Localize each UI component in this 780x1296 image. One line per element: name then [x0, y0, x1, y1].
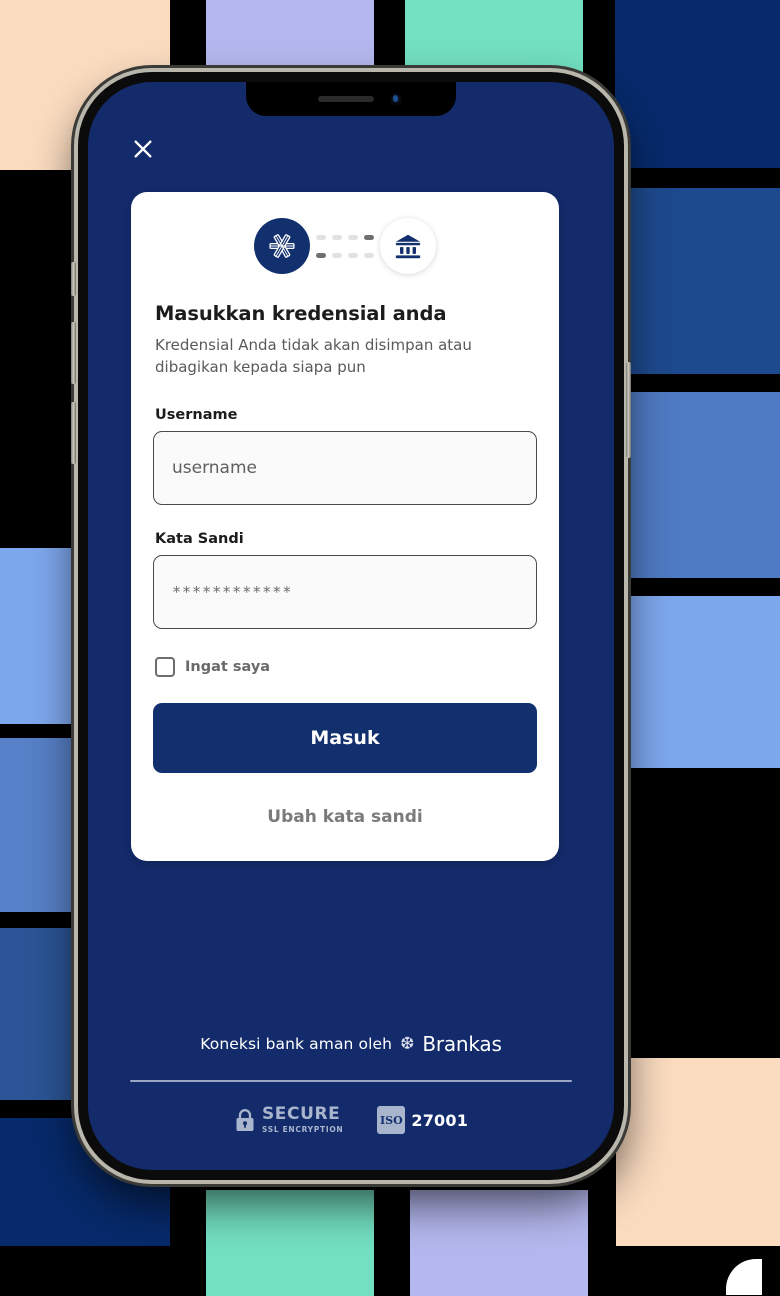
bank-circle	[380, 218, 436, 274]
bg-tile-peach-bottom-right	[616, 1058, 780, 1246]
bg-tile-blue-left-1	[0, 548, 72, 724]
close-button[interactable]	[128, 134, 158, 164]
phone-notch	[246, 82, 456, 116]
submit-button[interactable]: Masuk	[153, 702, 537, 773]
padlock-icon	[236, 1109, 254, 1131]
iso-badge: ISO 27001	[377, 1106, 468, 1134]
connection-dots-bottom	[316, 252, 374, 258]
brankas-snowflake-icon: ❆	[400, 1033, 415, 1054]
connection-dots-top	[316, 234, 374, 240]
credentials-card: Masukkan kredensial anda Kredensial Anda…	[131, 192, 559, 861]
bg-tile-navy-top-right	[615, 0, 780, 168]
secured-by-row: Koneksi bank aman oleh ❆ Brankas	[88, 1032, 614, 1056]
page-subtitle: Kredensial Anda tidak akan disimpan atau…	[155, 336, 472, 376]
remember-me-label: Ingat saya	[185, 658, 271, 675]
bg-tile-blue-right-1	[615, 188, 780, 374]
screen-footer: Koneksi bank aman oleh ❆ Brankas SECURE …	[88, 1032, 614, 1134]
dash	[332, 234, 342, 240]
dash	[348, 252, 358, 258]
connection-dots	[310, 234, 380, 258]
secure-main-text: SECURE	[261, 1104, 341, 1125]
close-icon	[134, 140, 152, 158]
silent-switch	[71, 262, 76, 296]
bg-tile-mint-bottom	[206, 1190, 374, 1296]
secured-by-text: Koneksi bank aman oleh	[200, 1035, 393, 1053]
dash	[348, 234, 358, 240]
connection-logo-row	[153, 218, 537, 274]
front-camera-icon	[390, 93, 402, 105]
footer-divider	[130, 1080, 572, 1082]
secure-text-block: SECURE SSL ENCRYPTION	[262, 1106, 343, 1134]
password-field-group: Kata Sandi ************	[153, 531, 537, 629]
username-field-group: Username username	[153, 407, 537, 505]
volume-up-button	[71, 322, 76, 384]
power-button	[626, 362, 631, 458]
dash	[364, 234, 374, 240]
volume-down-button	[71, 402, 76, 464]
iso-number-text: 27001	[411, 1110, 469, 1130]
iso-mark-text: ISO	[380, 1113, 403, 1127]
bg-tile-blue-left-2	[0, 738, 72, 912]
bg-tile-periwinkle-bottom	[410, 1190, 588, 1296]
dash	[332, 252, 342, 258]
bg-tile-blue-right-2	[615, 392, 780, 578]
ssl-secure-badge: SECURE SSL ENCRYPTION	[234, 1106, 343, 1134]
password-label: Kata Sandi	[155, 530, 244, 547]
dash	[364, 252, 374, 258]
trust-badges: SECURE SSL ENCRYPTION ISO 27001	[88, 1106, 614, 1134]
phone-screen: Masukkan kredensial anda Kredensial Anda…	[88, 82, 614, 1170]
remember-me-checkbox[interactable]	[155, 656, 175, 677]
bg-tile-blue-right-3	[615, 596, 780, 768]
page-title: Masukkan kredensial anda	[155, 302, 447, 325]
earpiece-speaker-icon	[318, 96, 374, 102]
iso-globe-icon: ISO	[377, 1106, 406, 1134]
brankas-asterisk-icon	[269, 234, 295, 258]
bank-building-icon	[395, 234, 421, 259]
dash	[316, 252, 326, 258]
bg-tile-blue-left-3	[0, 928, 72, 1100]
phone-device-frame: Masukkan kredensial anda Kredensial Anda…	[71, 68, 631, 1184]
remember-me-row[interactable]: Ingat saya	[155, 656, 537, 677]
dash	[316, 234, 326, 240]
secure-sub-text: SSL ENCRYPTION	[261, 1125, 344, 1135]
brankas-brand-circle	[254, 218, 310, 274]
username-label: Username	[155, 406, 238, 423]
password-input[interactable]: ************	[153, 554, 537, 629]
brankas-wordmark: Brankas	[422, 1032, 502, 1056]
change-password-link[interactable]: Ubah kata sandi	[153, 807, 537, 827]
username-input[interactable]: username	[153, 430, 537, 505]
